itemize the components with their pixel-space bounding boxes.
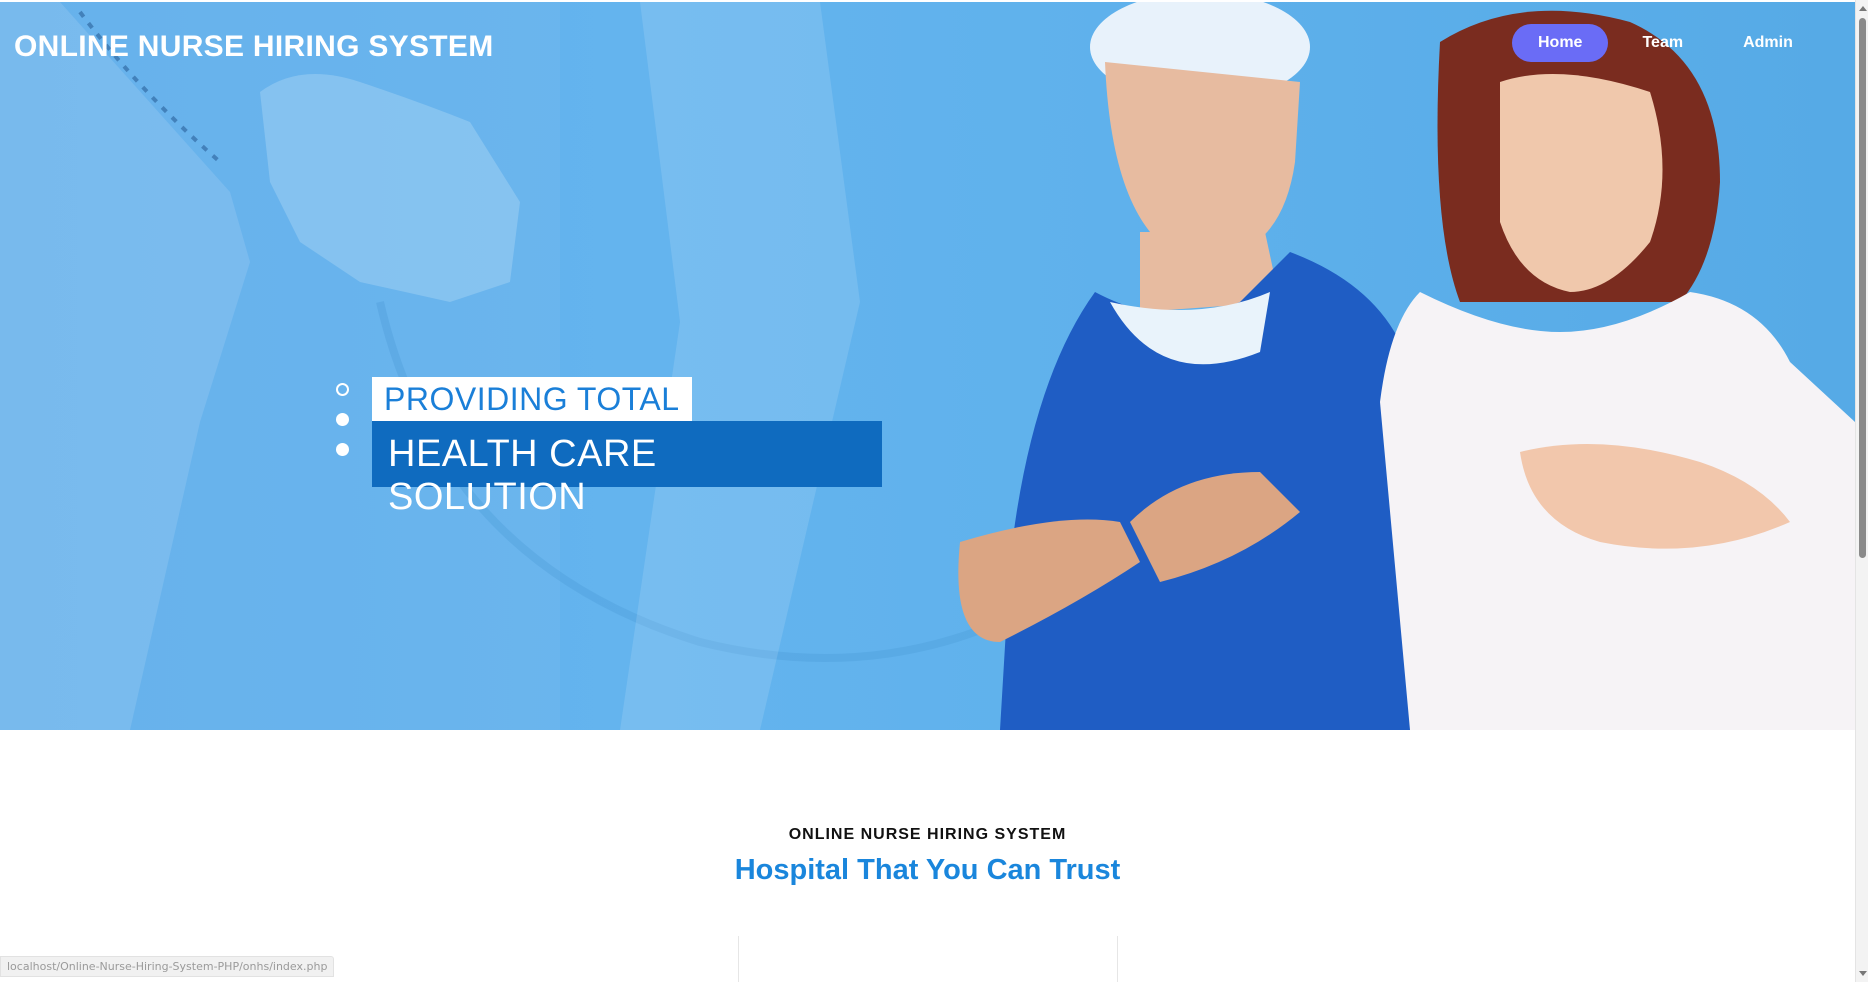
column-divider	[738, 936, 739, 982]
section-heading: Hospital That You Can Trust	[734, 854, 1121, 886]
nav-admin-link[interactable]: Admin	[1717, 24, 1819, 62]
hero-background-image	[0, 2, 1855, 730]
female-nurse-figure	[1380, 10, 1855, 730]
hero-tagline-line1: PROVIDING TOTAL	[372, 377, 692, 421]
nav-team-link[interactable]: Team	[1616, 24, 1709, 62]
column-divider	[1117, 936, 1118, 982]
slide-dot-1[interactable]	[336, 383, 349, 396]
scroll-up-arrow-icon[interactable]	[1859, 6, 1867, 11]
hero-tagline-line2: HEALTH CARE SOLUTION	[372, 421, 882, 518]
slide-dot-3[interactable]	[336, 443, 349, 456]
scroll-down-arrow-icon[interactable]	[1859, 971, 1867, 976]
status-bar-url: localhost/Online-Nurse-Hiring-System-PHP…	[0, 956, 335, 977]
site-title[interactable]: ONLINE NURSE HIRING SYSTEM	[14, 30, 494, 64]
intro-section: ONLINE NURSE HIRING SYSTEM Hospital That…	[0, 730, 1855, 982]
main-nav: Home Team Admin	[1512, 24, 1827, 62]
section-kicker: ONLINE NURSE HIRING SYSTEM	[788, 826, 1067, 843]
slider-dots	[336, 383, 352, 473]
male-nurse-figure	[958, 2, 1430, 730]
vertical-scrollbar[interactable]	[1855, 0, 1868, 982]
nav-home-link[interactable]: Home	[1512, 24, 1609, 62]
scroll-thumb[interactable]	[1859, 18, 1866, 558]
hero-banner: ONLINE NURSE HIRING SYSTEM Home Team Adm…	[0, 2, 1855, 730]
page: ONLINE NURSE HIRING SYSTEM Home Team Adm…	[0, 0, 1868, 982]
slide-dot-2[interactable]	[336, 413, 349, 426]
